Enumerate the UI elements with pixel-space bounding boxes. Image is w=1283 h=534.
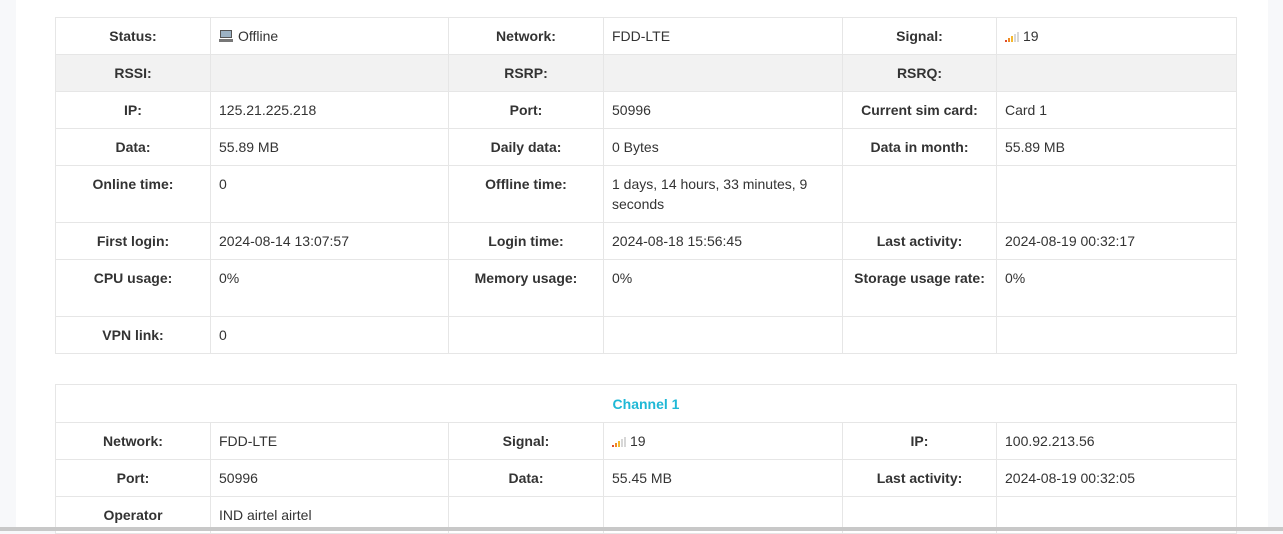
- last-activity-label: Last activity:: [842, 222, 997, 260]
- channel-network-value: FDD-LTE: [210, 422, 449, 460]
- channel-ip-value: 100.92.213.56: [996, 422, 1237, 460]
- device-info-table: Status: Offline Network: FDD-LTE Signal:…: [55, 17, 1237, 354]
- offline-time-label: Offline time:: [448, 165, 604, 223]
- ip-label: IP:: [55, 91, 211, 129]
- channel-network-label: Network:: [55, 422, 211, 460]
- channel-last-activity-value: 2024-08-19 00:32:05: [996, 459, 1237, 497]
- table-row: CPU usage: 0% Memory usage: 0% Storage u…: [55, 259, 1237, 317]
- memory-usage-label: Memory usage:: [448, 259, 604, 317]
- rsrp-value: [603, 54, 843, 92]
- empty-cell: [448, 316, 604, 354]
- first-login-label: First login:: [55, 222, 211, 260]
- channel-data-value: 55.45 MB: [603, 459, 843, 497]
- offline-time-value: 1 days, 14 hours, 33 minutes, 9 seconds: [603, 165, 843, 223]
- network-value: FDD-LTE: [603, 17, 843, 55]
- rssi-label: RSSI:: [55, 54, 211, 92]
- channel-last-activity-label: Last activity:: [842, 459, 997, 497]
- sim-card-label: Current sim card:: [842, 91, 997, 129]
- login-time-value: 2024-08-18 15:56:45: [603, 222, 843, 260]
- first-login-value: 2024-08-14 13:07:57: [210, 222, 449, 260]
- table-row: First login: 2024-08-14 13:07:57 Login t…: [55, 222, 1237, 260]
- channel-ip-label: IP:: [842, 422, 997, 460]
- port-value: 50996: [603, 91, 843, 129]
- channel-signal-value: 19: [630, 433, 646, 449]
- computer-icon: [219, 29, 233, 43]
- sim-card-value: Card 1: [996, 91, 1237, 129]
- table-row: Status: Offline Network: FDD-LTE Signal:…: [55, 17, 1237, 55]
- login-time-label: Login time:: [448, 222, 604, 260]
- signal-value: 19: [1023, 28, 1039, 44]
- signal-bars-icon: [1005, 32, 1019, 43]
- signal-cell: 19: [996, 17, 1237, 55]
- channel-signal-label: Signal:: [448, 422, 604, 460]
- empty-cell: [842, 316, 997, 354]
- data-value: 55.89 MB: [210, 128, 449, 166]
- daily-data-label: Daily data:: [448, 128, 604, 166]
- channel-data-label: Data:: [448, 459, 604, 497]
- month-data-label: Data in month:: [842, 128, 997, 166]
- signal-bars-icon: [612, 437, 626, 448]
- table-row: Port: 50996 Data: 55.45 MB Last activity…: [55, 459, 1237, 497]
- ip-value: 125.21.225.218: [210, 91, 449, 129]
- rsrq-value: [996, 54, 1237, 92]
- channel-port-value: 50996: [210, 459, 449, 497]
- table-row: Channel 1: [55, 384, 1237, 423]
- cpu-usage-label: CPU usage:: [55, 259, 211, 317]
- rsrp-label: RSRP:: [448, 54, 604, 92]
- channel-signal-cell: 19: [603, 422, 843, 460]
- signal-label: Signal:: [842, 17, 997, 55]
- status-label: Status:: [55, 17, 211, 55]
- channel-1-table: Channel 1 Network: FDD-LTE Signal: 19 IP…: [55, 384, 1237, 534]
- table-row: Online time: 0 Offline time: 1 days, 14 …: [55, 165, 1237, 223]
- last-activity-value: 2024-08-19 00:32:17: [996, 222, 1237, 260]
- storage-usage-label: Storage usage rate:: [842, 259, 997, 317]
- daily-data-value: 0 Bytes: [603, 128, 843, 166]
- channel-1-title: Channel 1: [55, 384, 1237, 423]
- rssi-value: [210, 54, 449, 92]
- status-value: Offline: [238, 28, 279, 44]
- status-cell: Offline: [210, 17, 449, 55]
- port-label: Port:: [448, 91, 604, 129]
- vpn-link-label: VPN link:: [55, 316, 211, 354]
- online-time-label: Online time:: [55, 165, 211, 223]
- storage-usage-value: 0%: [996, 259, 1237, 317]
- memory-usage-value: 0%: [603, 259, 843, 317]
- month-data-value: 55.89 MB: [996, 128, 1237, 166]
- online-time-value: 0: [210, 165, 449, 223]
- vpn-link-value: 0: [210, 316, 449, 354]
- empty-cell: [996, 165, 1237, 223]
- device-details-page: Status: Offline Network: FDD-LTE Signal:…: [16, 0, 1268, 534]
- empty-cell: [603, 316, 843, 354]
- table-row: Data: 55.89 MB Daily data: 0 Bytes Data …: [55, 128, 1237, 166]
- cpu-usage-value: 0%: [210, 259, 449, 317]
- table-row: RSSI: RSRP: RSRQ:: [55, 54, 1237, 92]
- channel-port-label: Port:: [55, 459, 211, 497]
- network-label: Network:: [448, 17, 604, 55]
- horizontal-scrollbar[interactable]: [0, 527, 1283, 531]
- data-label: Data:: [55, 128, 211, 166]
- table-row: VPN link: 0: [55, 316, 1237, 354]
- empty-cell: [996, 316, 1237, 354]
- rsrq-label: RSRQ:: [842, 54, 997, 92]
- table-row: Network: FDD-LTE Signal: 19 IP: 100.92.2…: [55, 422, 1237, 460]
- table-row: IP: 125.21.225.218 Port: 50996 Current s…: [55, 91, 1237, 129]
- empty-cell: [842, 165, 997, 223]
